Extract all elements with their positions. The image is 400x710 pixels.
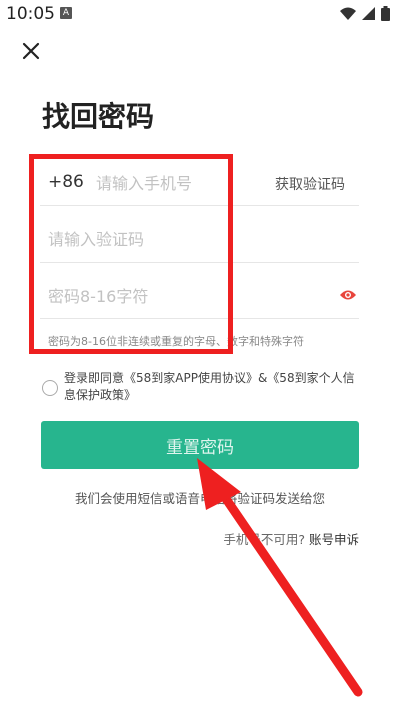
phone-unavailable-row: 手机号不可用? 账号申诉	[223, 529, 359, 548]
annotation-highlight-box	[29, 154, 233, 354]
signal-icon	[362, 7, 375, 20]
agreement-text[interactable]: 登录即同意《58到家APP使用协议》&《58到家个人信息保护政策》	[64, 370, 364, 404]
reset-password-button[interactable]: 重置密码	[41, 421, 359, 469]
agreement-radio[interactable]	[42, 380, 58, 396]
battery-icon	[381, 6, 390, 21]
get-code-button[interactable]: 获取验证码	[275, 174, 345, 194]
sms-note: 我们会使用短信或语音电话将验证码发送给您	[74, 491, 325, 506]
wifi-icon	[340, 7, 356, 20]
phone-unavailable-text: 手机号不可用?	[223, 532, 305, 547]
status-bar: 10:05 A	[0, 0, 400, 28]
page-title: 找回密码	[42, 100, 155, 133]
status-time: 10:05	[6, 4, 55, 24]
status-icons	[340, 6, 390, 21]
account-appeal-link[interactable]: 账号申诉	[309, 532, 359, 547]
eye-icon[interactable]	[339, 288, 357, 302]
close-icon[interactable]	[20, 40, 42, 62]
notification-icon: A	[60, 7, 72, 19]
